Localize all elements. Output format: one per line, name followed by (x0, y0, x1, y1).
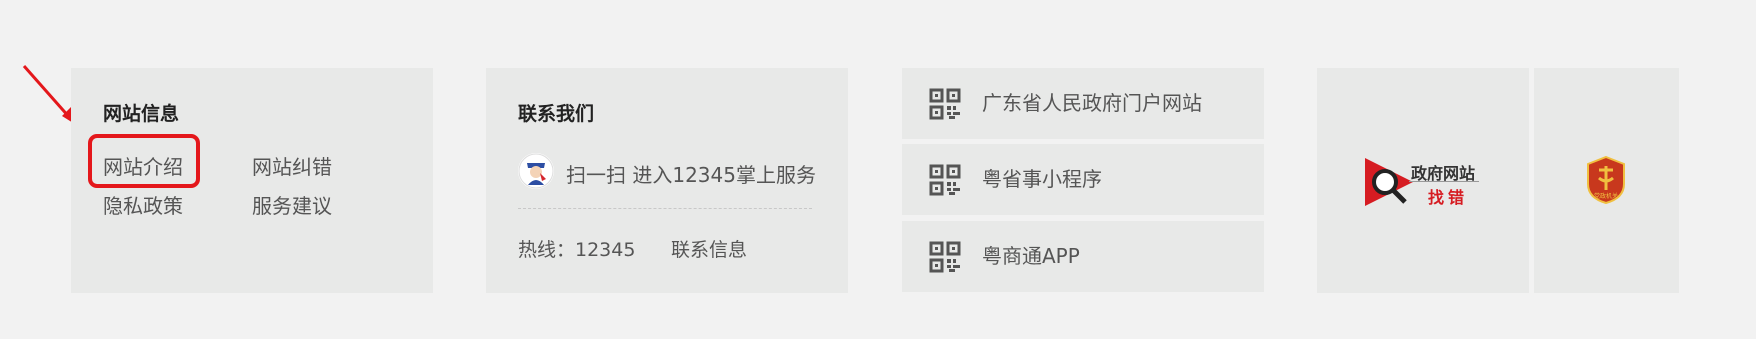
qr-link-row[interactable]: 广东省人民政府门户网站 (902, 68, 1264, 139)
scan-service-text[interactable]: 扫一扫 进入12345掌上服务 (566, 159, 816, 188)
service-avatar-icon (518, 153, 554, 189)
contact-title: 联系我们 (518, 103, 595, 125)
divider (1409, 181, 1479, 182)
contact-panel: 联系我们 扫一扫 进入12345掌上服务 热线：12345 联系信息 (486, 68, 848, 293)
site-error-link[interactable]: 网站纠错 (252, 151, 332, 180)
privacy-policy-link[interactable]: 隐私政策 (103, 190, 183, 219)
find-error-subtitle: 找错 (1428, 188, 1469, 207)
hotline-text: 热线：12345 (518, 239, 636, 261)
qr-code-icon (929, 241, 961, 273)
qr-link-row[interactable]: 粤商通APP (902, 221, 1264, 292)
qr-code-icon (929, 88, 961, 120)
party-govt-badge[interactable]: 党政机关 (1534, 68, 1679, 293)
find-error-badge[interactable]: 政府网站 找错 (1317, 68, 1529, 293)
qr-link-label[interactable]: 粤商通APP (982, 221, 1080, 292)
qr-code-icon (929, 164, 961, 196)
qr-link-label[interactable]: 粤省事小程序 (982, 144, 1102, 215)
qr-link-label[interactable]: 广东省人民政府门户网站 (982, 68, 1202, 139)
site-intro-link[interactable]: 网站介绍 (103, 151, 183, 180)
qr-link-row[interactable]: 粤省事小程序 (902, 144, 1264, 215)
service-suggestion-link[interactable]: 服务建议 (252, 190, 332, 219)
site-info-title: 网站信息 (103, 103, 180, 125)
emblem-caption: 党政机关 (1594, 192, 1618, 200)
site-info-panel: 网站信息 网站介绍 网站纠错 隐私政策 服务建议 (71, 68, 433, 293)
divider (518, 208, 812, 209)
contact-info-link[interactable]: 联系信息 (671, 235, 747, 262)
party-govt-emblem-icon: 党政机关 (1587, 156, 1625, 204)
